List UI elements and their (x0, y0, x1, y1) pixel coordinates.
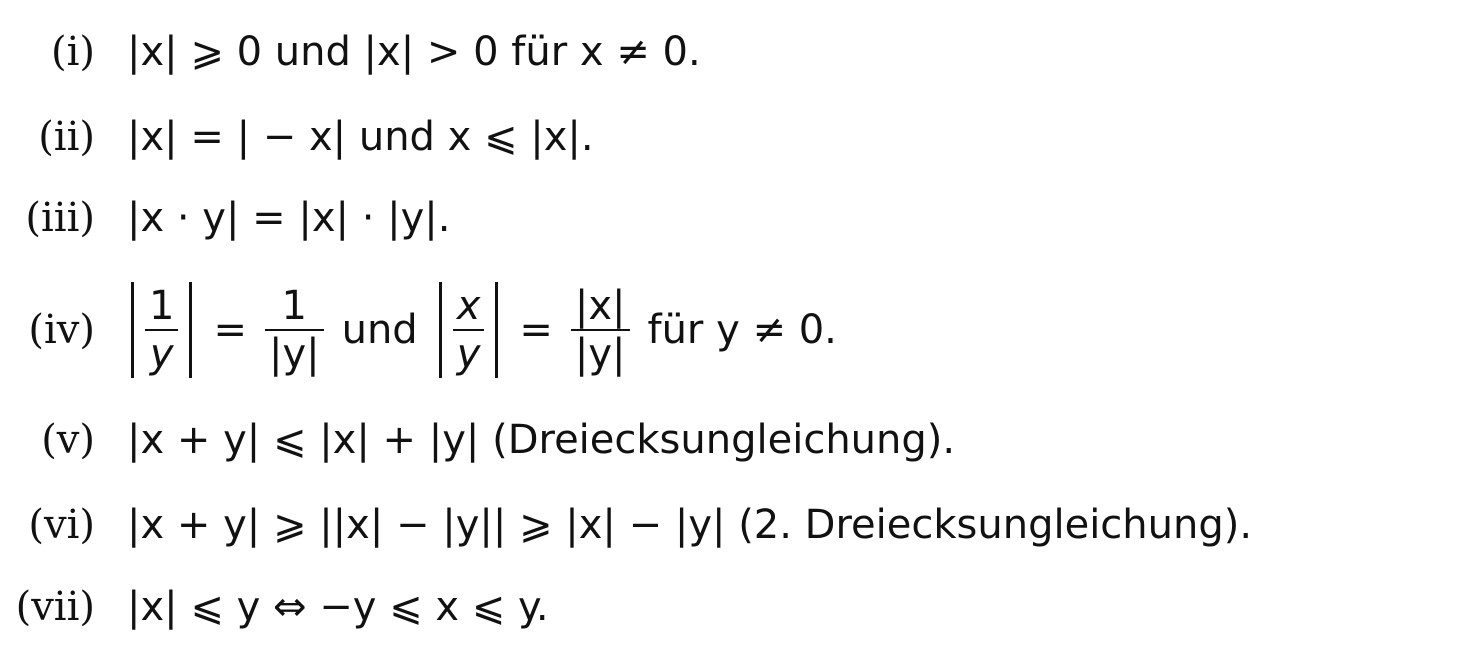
fraction: |x| |y| (570, 283, 630, 377)
item-label: (i) (50, 29, 95, 75)
abs-bar-right (495, 282, 499, 378)
formula: |x · y| = |x| · |y|. (127, 195, 451, 241)
formula: 1 y = 1 |y| und x y = |x| |y| für y ≠ 0. (124, 282, 837, 378)
item-label: (iv) (28, 307, 95, 353)
list-item: (ii) |x| = | − x| und x ⩽ |x|. (0, 102, 1469, 172)
formula: |x| ⩽ y ⇔ −y ⩽ x ⩽ y. (127, 584, 549, 630)
item-label: (ii) (38, 114, 95, 160)
fraction: x y (452, 283, 485, 377)
list-item: (vii) |x| ⩽ y ⇔ −y ⩽ x ⩽ y. (0, 572, 1469, 642)
list-item: (vi) |x + y| ⩾ ||x| − |y|| ⩾ |x| − |y| (… (0, 490, 1469, 560)
formula: |x + y| ⩽ |x| + |y| (Dreiecksungleichung… (127, 417, 956, 463)
fraction: 1 y (145, 283, 179, 377)
item-label: (v) (41, 417, 95, 463)
formula: |x + y| ⩾ ||x| − |y|| ⩾ |x| − |y| (2. Dr… (127, 502, 1253, 548)
fraction: 1 |y| (264, 283, 324, 377)
item-label: (vi) (28, 502, 95, 548)
abs-bar-left (438, 282, 442, 378)
item-label: (iii) (25, 195, 95, 241)
list-item: (iii) |x · y| = |x| · |y|. (0, 183, 1469, 253)
list-item: (iv) 1 y = 1 |y| und x y = |x| |y| für y… (0, 265, 1469, 395)
item-label: (vii) (15, 584, 95, 630)
abs-bar-left (131, 282, 134, 378)
formula: |x| ⩾ 0 und |x| > 0 für x ≠ 0. (127, 29, 701, 75)
formula: |x| = | − x| und x ⩽ |x|. (127, 114, 594, 160)
list-item: (v) |x + y| ⩽ |x| + |y| (Dreiecksungleic… (0, 405, 1469, 475)
abs-bar-right (189, 282, 193, 378)
list-item: (i) |x| ⩾ 0 und |x| > 0 für x ≠ 0. (0, 17, 1469, 87)
